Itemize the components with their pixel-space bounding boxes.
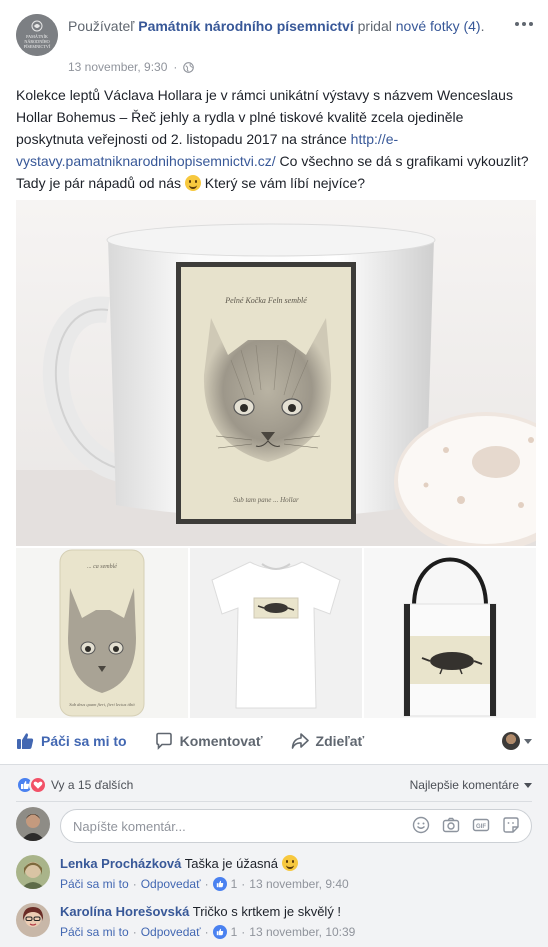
more-icon [515, 22, 519, 26]
post-header-text: Používateľ Památník národního písemnictv… [68, 16, 508, 36]
comments-section: Vy a 15 ďalších Najlepšie komentáre GIF [0, 764, 548, 947]
post-actions-bar: Páči sa mi to Komentovať Zdieľať [16, 724, 532, 758]
post-meta: 13 november, 9:30 · [68, 60, 195, 74]
comment-sort-label: Najlepšie komentáre [409, 778, 519, 792]
phone-case-illustration: ... ca semblé Sub deus quam fieri, fieri… [16, 548, 188, 718]
post-body-text: Kolekce leptů Václava Hollara je v rámci… [16, 84, 532, 194]
smile-emoji-icon [281, 855, 298, 871]
camera-icon[interactable] [442, 816, 460, 834]
comment-item: Lenka Procházková Taška je úžasná Páči s… [16, 855, 532, 899]
new-photos-link[interactable]: nové fotky (4) [396, 18, 481, 34]
comment-body: Karolína Horešovská Tričko s krtkem je s… [60, 903, 341, 921]
like-count-icon [212, 877, 227, 891]
love-reaction-icon[interactable] [29, 776, 47, 794]
comment-author[interactable]: Karolína Horešovská [60, 904, 189, 919]
tshirt-illustration [190, 548, 362, 718]
comment-time[interactable]: 13 november, 10:39 [249, 925, 355, 939]
globe-icon[interactable] [183, 61, 195, 73]
comment-button[interactable]: Komentovať [155, 732, 263, 750]
chevron-down-icon [524, 782, 532, 788]
reactions-summary: Vy a 15 ďalších Najlepšie komentáre [16, 775, 532, 795]
heart-icon [33, 781, 43, 789]
comment-like-count[interactable]: 1 [231, 925, 238, 939]
mug-bottom-inscription: Sub tam pane ... Hollar [233, 496, 299, 504]
comment-sort-dropdown[interactable]: Najlepšie komentáre [410, 778, 532, 792]
reactions-count[interactable]: Vy a 15 ďalších [51, 778, 133, 792]
comment-label: Komentovať [179, 733, 263, 749]
commenter-photo [16, 903, 50, 937]
meta-dot: · [241, 925, 246, 939]
comment-reply-link[interactable]: Odpovedať [141, 877, 201, 891]
comment-like-link[interactable]: Páči sa mi to [60, 925, 129, 939]
comment-body: Lenka Procházková Taška je úžasná [60, 855, 298, 873]
sticker-icon[interactable] [502, 816, 520, 834]
like-count-icon [212, 925, 227, 939]
like-button[interactable]: Páči sa mi to [16, 732, 127, 750]
share-label: Zdieľať [315, 733, 365, 749]
page-logo-icon: PAMÁTNÍK NÁRODNÍHO PÍSEMNICTVÍ [16, 14, 58, 56]
comment-author[interactable]: Lenka Procházková [60, 856, 181, 871]
composer-icons: GIF [412, 816, 520, 834]
meta-dot: · [132, 877, 137, 891]
photo-mug[interactable]: Pelné Kočka Feln semblé Sub tam pane ...… [16, 200, 536, 546]
thumbs-up-icon [216, 880, 223, 888]
meta-dot: · [204, 925, 209, 939]
chevron-down-icon [524, 738, 532, 744]
thumbs-up-icon [216, 928, 223, 936]
more-icon-dot [522, 22, 526, 26]
post-options-button[interactable] [512, 14, 536, 34]
share-button[interactable]: Zdieľať [291, 732, 365, 750]
phone-top-inscription: ... ca semblé [87, 564, 117, 570]
post-text-part-1: Kolekce leptů Václava Hollara je v rámci… [16, 87, 513, 147]
svg-text:GIF: GIF [476, 824, 486, 830]
comment-text: Tričko s krtkem je skvělý ! [192, 904, 342, 919]
divider [16, 801, 532, 802]
gif-icon[interactable]: GIF [472, 816, 490, 834]
comment-reply-link[interactable]: Odpovedať [141, 925, 201, 939]
thumbs-up-icon [17, 733, 34, 749]
comment-like-count[interactable]: 1 [231, 877, 238, 891]
header-verb: pridal [357, 18, 392, 34]
photo-tote-bag[interactable] [364, 548, 536, 718]
like-label: Páči sa mi to [41, 733, 127, 749]
photo-phone-case[interactable]: ... ca semblé Sub deus quam fieri, fieri… [16, 548, 188, 718]
mug-top-inscription: Pelné Kočka Feln semblé [224, 296, 307, 305]
comment-icon [155, 732, 172, 750]
avatar-line-3: PÍSEMNICTVÍ [24, 44, 51, 49]
comment-meta: Páči sa mi to · Odpovedať · 1 · 13 novem… [60, 925, 355, 939]
meta-dot: · [204, 877, 209, 891]
post-as-selector[interactable] [502, 732, 532, 750]
comment-text: Taška je úžasná [184, 856, 279, 871]
meta-separator: · [173, 60, 178, 74]
meta-dot: · [132, 925, 137, 939]
commenter-avatar[interactable] [16, 903, 50, 937]
header-prefix: Používateľ [68, 18, 135, 34]
photo-tshirt[interactable] [190, 548, 362, 718]
page-name-link[interactable]: Památník národního písemnictví [138, 18, 354, 34]
user-photo [16, 807, 50, 841]
emoji-icon[interactable] [412, 816, 430, 834]
meta-dot: · [241, 877, 246, 891]
more-icon-dot [529, 22, 533, 26]
post-text-part-3: Který se vám líbí nejvíce? [200, 175, 366, 191]
comment-time[interactable]: 13 november, 9:40 [249, 877, 348, 891]
smile-emoji-icon [184, 175, 201, 191]
comment-item: Karolína Horešovská Tričko s krtkem je s… [16, 903, 532, 947]
commenter-photo [16, 855, 50, 889]
comment-like-link[interactable]: Páči sa mi to [60, 877, 129, 891]
post-header: PAMÁTNÍK NÁRODNÍHO PÍSEMNICTVÍ Používate… [16, 14, 536, 78]
current-user-avatar [502, 732, 520, 750]
comment-meta: Páči sa mi to · Odpovedať · 1 · 13 novem… [60, 877, 349, 891]
tote-bag-illustration [364, 548, 536, 718]
share-icon [291, 733, 309, 749]
page-avatar[interactable]: PAMÁTNÍK NÁRODNÍHO PÍSEMNICTVÍ [16, 14, 58, 56]
header-end: . [480, 18, 485, 34]
comment-composer: GIF [16, 807, 532, 843]
current-user-avatar[interactable] [16, 807, 50, 841]
commenter-avatar[interactable] [16, 855, 50, 889]
mug-illustration: Pelné Kočka Feln semblé Sub tam pane ...… [16, 200, 536, 546]
post-timestamp[interactable]: 13 november, 9:30 [68, 60, 167, 74]
